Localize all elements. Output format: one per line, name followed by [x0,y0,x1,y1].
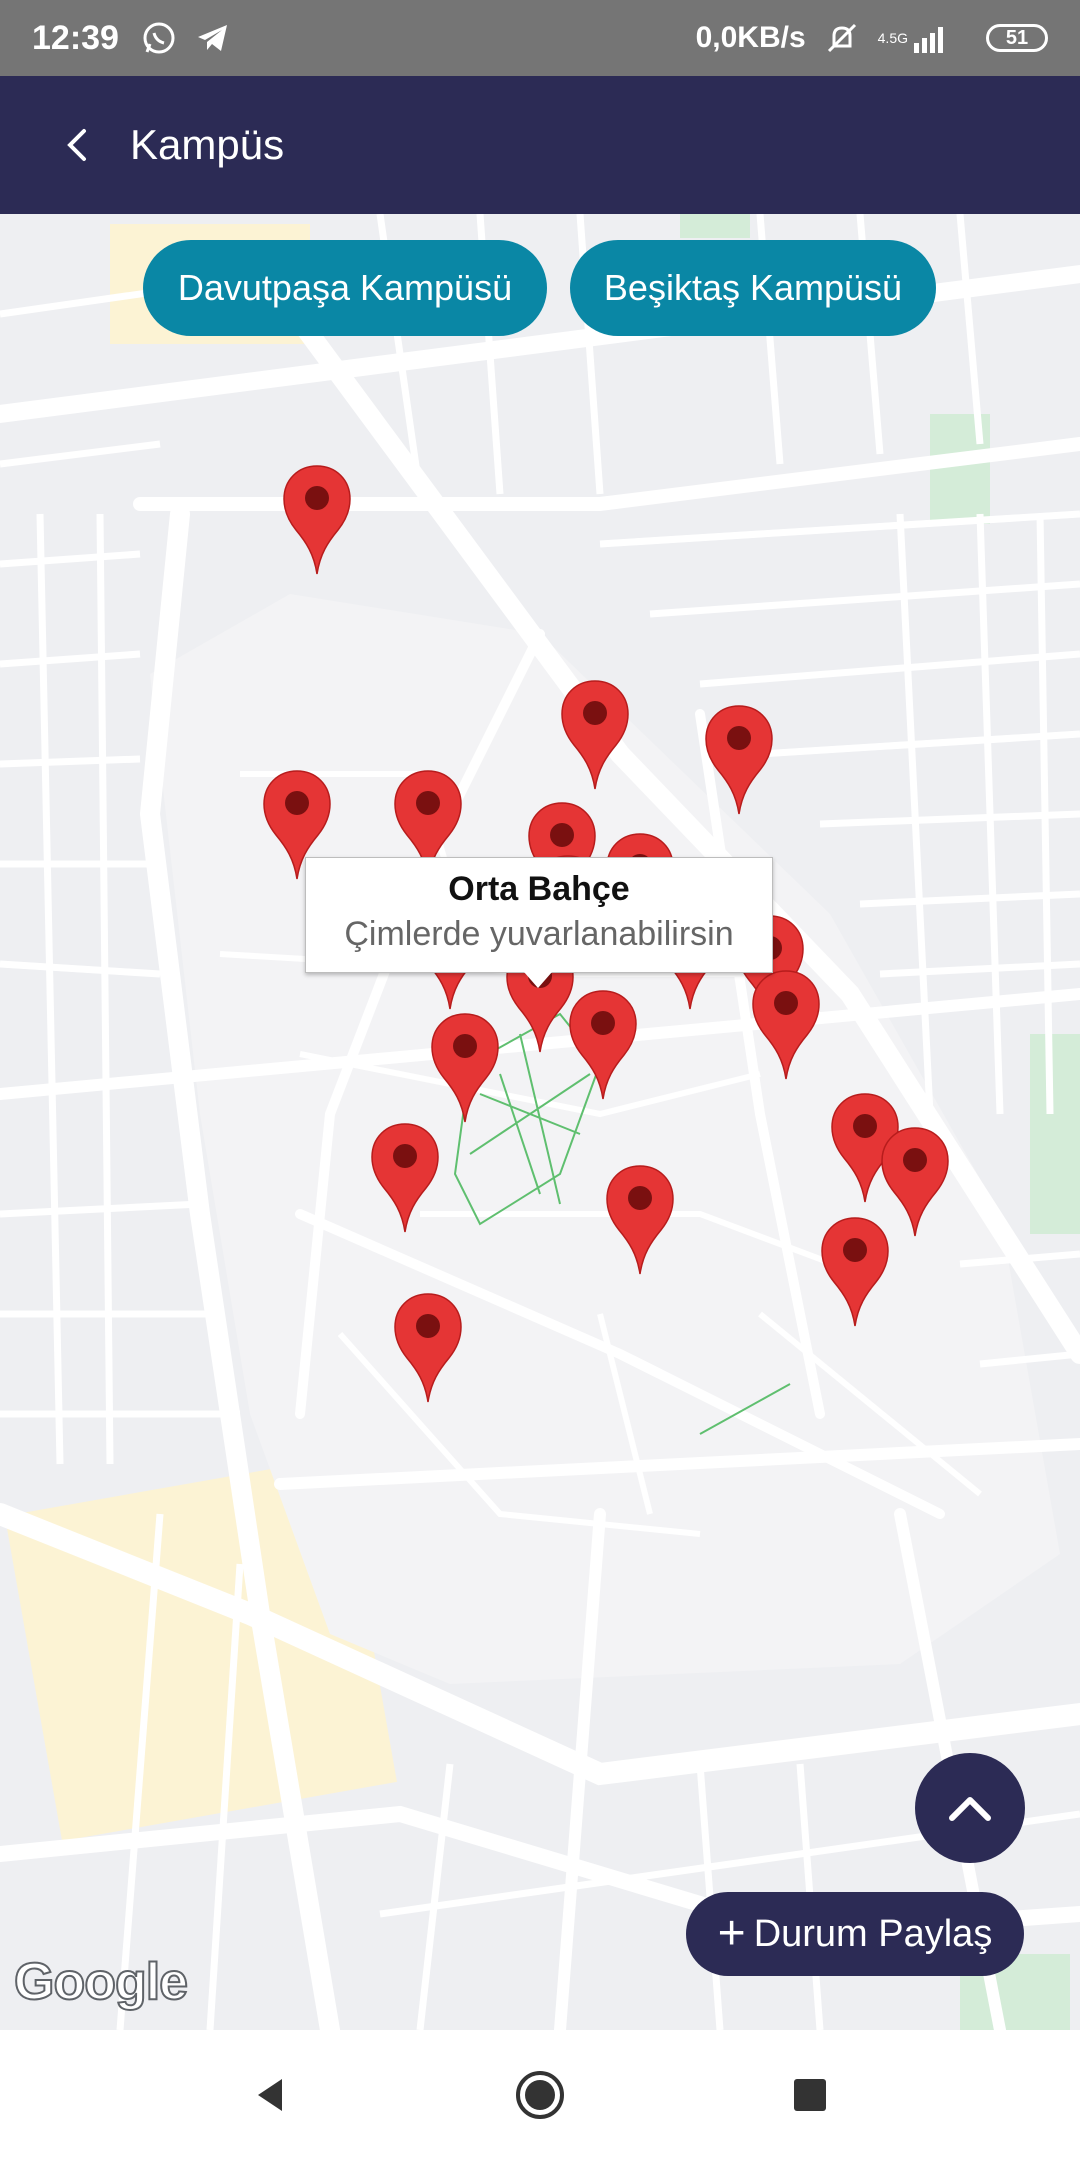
battery-level: 51 [1005,26,1029,49]
info-window[interactable]: Orta Bahçe Çimlerde yuvarlanabilirsin [305,857,773,988]
system-nav-bar [0,2030,1080,2160]
campus-map[interactable]: Davutpaşa Kampüsü Beşiktaş Kampüsü Orta … [0,214,1080,2030]
map-pin-icon [821,1217,889,1327]
info-window-tail [524,972,552,988]
map-pin-icon [569,990,637,1100]
app-bar: Kampüs [0,76,1080,214]
map-marker-18[interactable] [605,1164,675,1276]
recents-square-icon [794,2079,826,2111]
plus-icon: + [717,1907,746,1960]
map-pin-icon [394,1293,462,1403]
map-pin-icon [431,1013,499,1123]
map-pin-icon [705,705,773,815]
page-title: Kampüs [130,121,285,168]
vibrate-off-icon [824,20,860,56]
map-marker-11[interactable] [751,969,821,1081]
share-status-label: Durum Paylaş [753,1912,993,1955]
map-marker-14[interactable] [568,989,638,1101]
map-base [0,214,1080,2030]
info-window-subtitle: Çimlerde yuvarlanabilirsin [344,915,734,953]
map-marker-16[interactable] [880,1126,950,1238]
map-marker-19[interactable] [820,1216,890,1328]
home-circle-icon [516,2071,564,2119]
nav-back-button[interactable] [225,2050,315,2140]
back-triangle-icon [258,2079,282,2111]
net-speed: 0,0KB/s [695,21,806,54]
map-marker-3[interactable] [704,704,774,816]
info-window-title: Orta Bahçe [448,870,630,908]
status-bar: 12:39 0,0KB/s 4.5G 51 [0,0,1080,76]
map-marker-17[interactable] [370,1122,440,1234]
signal-icon [912,23,950,53]
scroll-up-button[interactable] [915,1753,1025,1863]
map-marker-20[interactable] [393,1292,463,1404]
nav-recents-button[interactable] [765,2050,855,2140]
map-pin-icon [283,465,351,575]
whatsapp-icon [141,20,177,56]
map-marker-13[interactable] [430,1012,500,1124]
battery-icon: 51 [986,24,1048,52]
telegram-icon [195,20,231,56]
google-logo: Google [13,1952,189,2012]
chevron-up-icon [949,1797,991,1821]
share-status-button[interactable]: + Durum Paylaş [686,1892,1024,1976]
map-pin-icon [561,680,629,790]
map-pin-icon [881,1127,949,1237]
nav-home-button[interactable] [495,2050,585,2140]
davutpasa-campus-button[interactable]: Davutpaşa Kampüsü [143,240,547,336]
besiktas-campus-button[interactable]: Beşiktaş Kampüsü [570,240,936,336]
status-time: 12:39 [32,18,119,57]
back-chevron-icon[interactable] [58,120,108,170]
network-type: 4.5G [877,30,908,46]
map-marker-2[interactable] [560,679,630,791]
map-pin-icon [752,970,820,1080]
map-pin-icon [606,1165,674,1275]
map-marker-1[interactable] [282,464,352,576]
map-pin-icon [371,1123,439,1233]
